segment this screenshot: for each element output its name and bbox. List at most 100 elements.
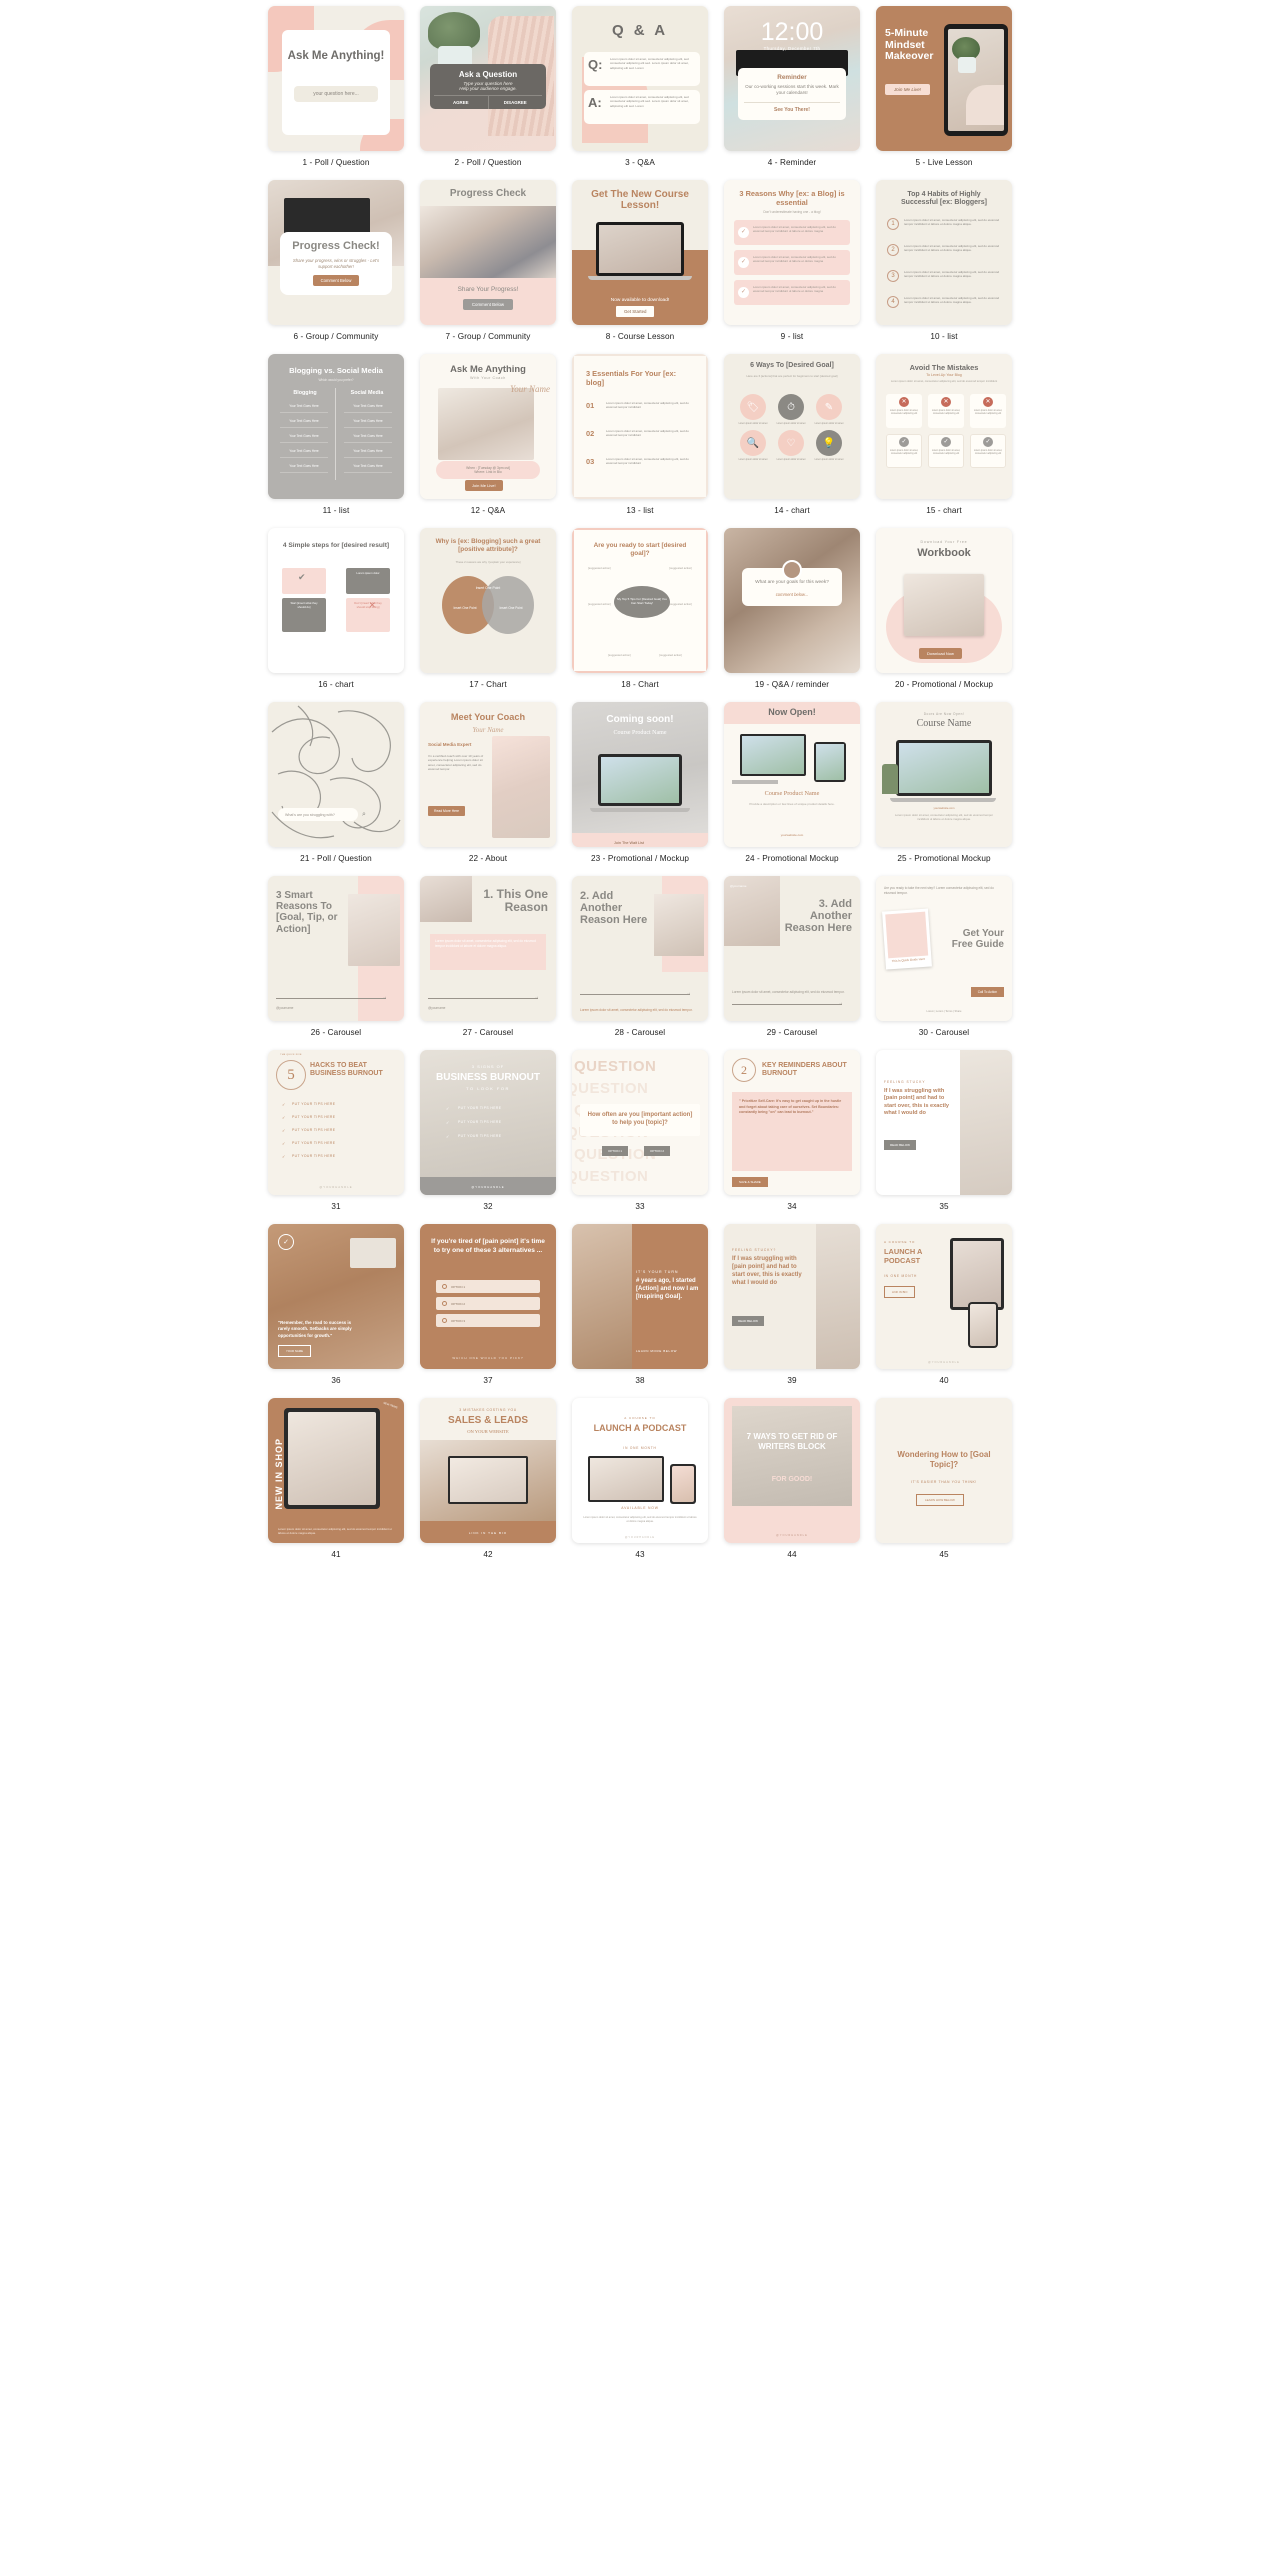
gallery-cell-17: Why is [ex: Blogging] such a great [posi… (412, 528, 564, 702)
template-caption-37: 37 (483, 1376, 493, 1385)
template-thumbnail-27[interactable]: 1. This One Reason Lorem ipsum dolor sit… (420, 876, 556, 1021)
gallery-cell-3: Q & A Q: Lorem ipsum dolor sit amet, con… (564, 6, 716, 180)
template-caption-32: 32 (483, 1202, 493, 1211)
template-thumbnail-12[interactable]: Ask Me Anything With Your Coach Your Nam… (420, 354, 556, 499)
template-thumbnail-4[interactable]: 12:00 Thursday, December 7th Reminder Ou… (724, 6, 860, 151)
template-thumbnail-16[interactable]: 4 Simple steps for [desired result] Lore… (268, 528, 404, 673)
gallery-cell-5: 5-Minute Mindset Makeover Join Me Live! … (868, 6, 1020, 180)
template-caption-9: 9 - list (780, 332, 804, 341)
template-caption-41: 41 (331, 1550, 341, 1559)
template-thumbnail-42[interactable]: 3 MISTAKES COSTING YOU SALES & LEADS ON … (420, 1398, 556, 1543)
template-caption-28: 28 - Carousel (614, 1028, 666, 1037)
template-caption-22: 22 - About (468, 854, 508, 863)
template-thumbnail-15[interactable]: Avoid The Mistakes To Level-Up Your Blog… (876, 354, 1012, 499)
template-caption-19: 19 - Q&A / reminder (754, 680, 830, 689)
template-caption-29: 29 - Carousel (766, 1028, 818, 1037)
template-caption-30: 30 - Carousel (918, 1028, 970, 1037)
template-thumbnail-13[interactable]: 3 Essentials For Your [ex: blog] 01 Lorem… (572, 354, 708, 499)
template-thumbnail-44[interactable]: 7 WAYS TO GET RID OF WRITERS BLOCK FOR G… (724, 1398, 860, 1543)
template-thumbnail-31[interactable]: 5 THE QUICK FIVE HACKS TO BEAT BUSINESS … (268, 1050, 404, 1195)
gallery-cell-10: Top 4 Habits of Highly Successful [ex: B… (868, 180, 1020, 354)
template-caption-45: 45 (939, 1550, 949, 1559)
template-thumbnail-21[interactable]: What's are you struggling with? ⌕ (268, 702, 404, 847)
gallery-cell-30: Are you ready to take the next step? Lor… (868, 876, 1020, 1050)
template-caption-14: 14 - chart (774, 506, 810, 515)
template-caption-10: 10 - list (930, 332, 958, 341)
template-caption-16: 16 - chart (318, 680, 354, 689)
gallery-cell-1: Ask Me Anything! your question here... 1 -… (260, 6, 412, 180)
template-caption-7: 7 - Group / Community (445, 332, 531, 341)
gallery-cell-24: Now Open! Course Product Name Provide a … (716, 702, 868, 876)
template-thumbnail-20[interactable]: Download Your Free Workbook Download Now (876, 528, 1012, 673)
gallery-cell-31: 5 THE QUICK FIVE HACKS TO BEAT BUSINESS … (260, 1050, 412, 1224)
template-thumbnail-6[interactable]: Progress Check! Share your progress, win… (268, 180, 404, 325)
gallery-cell-35: FEELING STUCKY If I was struggling with … (868, 1050, 1020, 1224)
template-thumbnail-5[interactable]: 5-Minute Mindset Makeover Join Me Live! (876, 6, 1012, 151)
template-thumbnail-19[interactable]: What are your goals for this week? comme… (724, 528, 860, 673)
template-thumbnail-11[interactable]: Blogging vs. Social Media Which would yo… (268, 354, 404, 499)
template-thumbnail-29[interactable]: @yourname 3. Add Another Reason Here Lor… (724, 876, 860, 1021)
gallery-cell-20: Download Your Free Workbook Download Now… (868, 528, 1020, 702)
gallery-cell-11: Blogging vs. Social Media Which would yo… (260, 354, 412, 528)
template-thumbnail-32[interactable]: 3 SIGNS OF BUSINESS BURNOUT TO LOOK FOR ✓… (420, 1050, 556, 1195)
template-thumbnail-10[interactable]: Top 4 Habits of Highly Successful [ex: B… (876, 180, 1012, 325)
gallery-cell-23: Coming soon! Course Product Name Join Th… (564, 702, 716, 876)
gallery-cell-29: @yourname 3. Add Another Reason Here Lor… (716, 876, 868, 1050)
gallery-cell-38: IT'S YOUR TURN # years ago, I started [A… (564, 1224, 716, 1398)
template-thumbnail-2[interactable]: Ask a Question Type your question here H… (420, 6, 556, 151)
template-caption-31: 31 (331, 1202, 341, 1211)
gallery-cell-21: What's are you struggling with? ⌕ 21 - Po… (260, 702, 412, 876)
gallery-cell-16: 4 Simple steps for [desired result] Lore… (260, 528, 412, 702)
gallery-cell-40: A COURSE TO LAUNCH A PODCAST IN ONE MONT… (868, 1224, 1020, 1398)
template-thumbnail-36[interactable]: ✓ "Remember, the road to success is rare… (268, 1224, 404, 1369)
template-thumbnail-37[interactable]: If you're tired of [pain point] it's tim… (420, 1224, 556, 1369)
gallery-cell-25: Doors Are Now Open! Course Name yourwebs… (868, 702, 1020, 876)
template-caption-43: 43 (635, 1550, 645, 1559)
template-thumbnail-41[interactable]: NEW ITEMS NEW IN SHOP Lorem ipsum dolor … (268, 1398, 404, 1543)
template-caption-3: 3 - Q&A (625, 158, 655, 167)
template-thumbnail-3[interactable]: Q & A Q: Lorem ipsum dolor sit amet, con… (572, 6, 708, 151)
gallery-cell-12: Ask Me Anything With Your Coach Your Nam… (412, 354, 564, 528)
template-thumbnail-30[interactable]: Are you ready to take the next step? Lor… (876, 876, 1012, 1021)
gallery-cell-19: What are your goals for this week? comme… (716, 528, 868, 702)
template-thumbnail-40[interactable]: A COURSE TO LAUNCH A PODCAST IN ONE MONT… (876, 1224, 1012, 1369)
template-caption-20: 20 - Promotional / Mockup (894, 680, 994, 689)
card-title: Ask Me Anything! (287, 50, 385, 62)
template-thumbnail-33[interactable]: QUESTIONQUESTIONQUESTIONQUESTIONQUESTION… (572, 1050, 708, 1195)
template-thumbnail-1[interactable]: Ask Me Anything! your question here... (268, 6, 404, 151)
template-caption-42: 42 (483, 1550, 493, 1559)
template-thumbnail-34[interactable]: 2 KEY REMINDERS ABOUT BURNOUT " Prioriti… (724, 1050, 860, 1195)
question-input[interactable]: your question here... (294, 86, 378, 102)
gallery-cell-7: Progress Check Share Your Progress! Comm… (412, 180, 564, 354)
gallery-cell-2: Ask a Question Type your question here H… (412, 6, 564, 180)
template-thumbnail-45[interactable]: Wondering How to [Goal Topic]? IT'S EASI… (876, 1398, 1012, 1543)
template-thumbnail-25[interactable]: Doors Are Now Open! Course Name yourwebs… (876, 702, 1012, 847)
gallery-cell-14: 6 Ways To [Desired Goal] Here are 6 [act… (716, 354, 868, 528)
template-thumbnail-26[interactable]: 3 Smart Reasons To [Goal, Tip, or Action… (268, 876, 404, 1021)
gallery-cell-28: 2. Add Another Reason Here → Lorem ipsum… (564, 876, 716, 1050)
template-thumbnail-8[interactable]: Get The New Course Lesson! Now available… (572, 180, 708, 325)
template-thumbnail-17[interactable]: Why is [ex: Blogging] such a great [posi… (420, 528, 556, 673)
template-caption-23: 23 - Promotional / Mockup (590, 854, 690, 863)
template-thumbnail-14[interactable]: 6 Ways To [Desired Goal] Here are 6 [act… (724, 354, 860, 499)
template-caption-27: 27 - Carousel (462, 1028, 514, 1037)
gallery-cell-34: 2 KEY REMINDERS ABOUT BURNOUT " Prioriti… (716, 1050, 868, 1224)
template-thumbnail-18[interactable]: Are you ready to start [desired goal]? M… (572, 528, 708, 673)
template-caption-33: 33 (635, 1202, 645, 1211)
template-thumbnail-28[interactable]: 2. Add Another Reason Here → Lorem ipsum… (572, 876, 708, 1021)
template-thumbnail-35[interactable]: FEELING STUCKY If I was struggling with … (876, 1050, 1012, 1195)
gallery-cell-45: Wondering How to [Goal Topic]? IT'S EASI… (868, 1398, 1020, 1572)
template-thumbnail-24[interactable]: Now Open! Course Product Name Provide a … (724, 702, 860, 847)
template-thumbnail-22[interactable]: Meet Your Coach Your Name Social Media E… (420, 702, 556, 847)
template-thumbnail-43[interactable]: A COURSE TO LAUNCH A PODCAST IN ONE MONT… (572, 1398, 708, 1543)
gallery-cell-22: Meet Your Coach Your Name Social Media E… (412, 702, 564, 876)
template-thumbnail-38[interactable]: IT'S YOUR TURN # years ago, I started [A… (572, 1224, 708, 1369)
template-caption-5: 5 - Live Lesson (915, 158, 973, 167)
template-caption-21: 21 - Poll / Question (300, 854, 372, 863)
template-thumbnail-39[interactable]: FEELING STUCKY? If I was struggling with… (724, 1224, 860, 1369)
gallery-cell-4: 12:00 Thursday, December 7th Reminder Ou… (716, 6, 868, 180)
template-thumbnail-7[interactable]: Progress Check Share Your Progress! Comm… (420, 180, 556, 325)
template-thumbnail-23[interactable]: Coming soon! Course Product Name Join Th… (572, 702, 708, 847)
template-thumbnail-9[interactable]: 3 Reasons Why [ex: a Blog] is essential … (724, 180, 860, 325)
template-caption-35: 35 (939, 1202, 949, 1211)
